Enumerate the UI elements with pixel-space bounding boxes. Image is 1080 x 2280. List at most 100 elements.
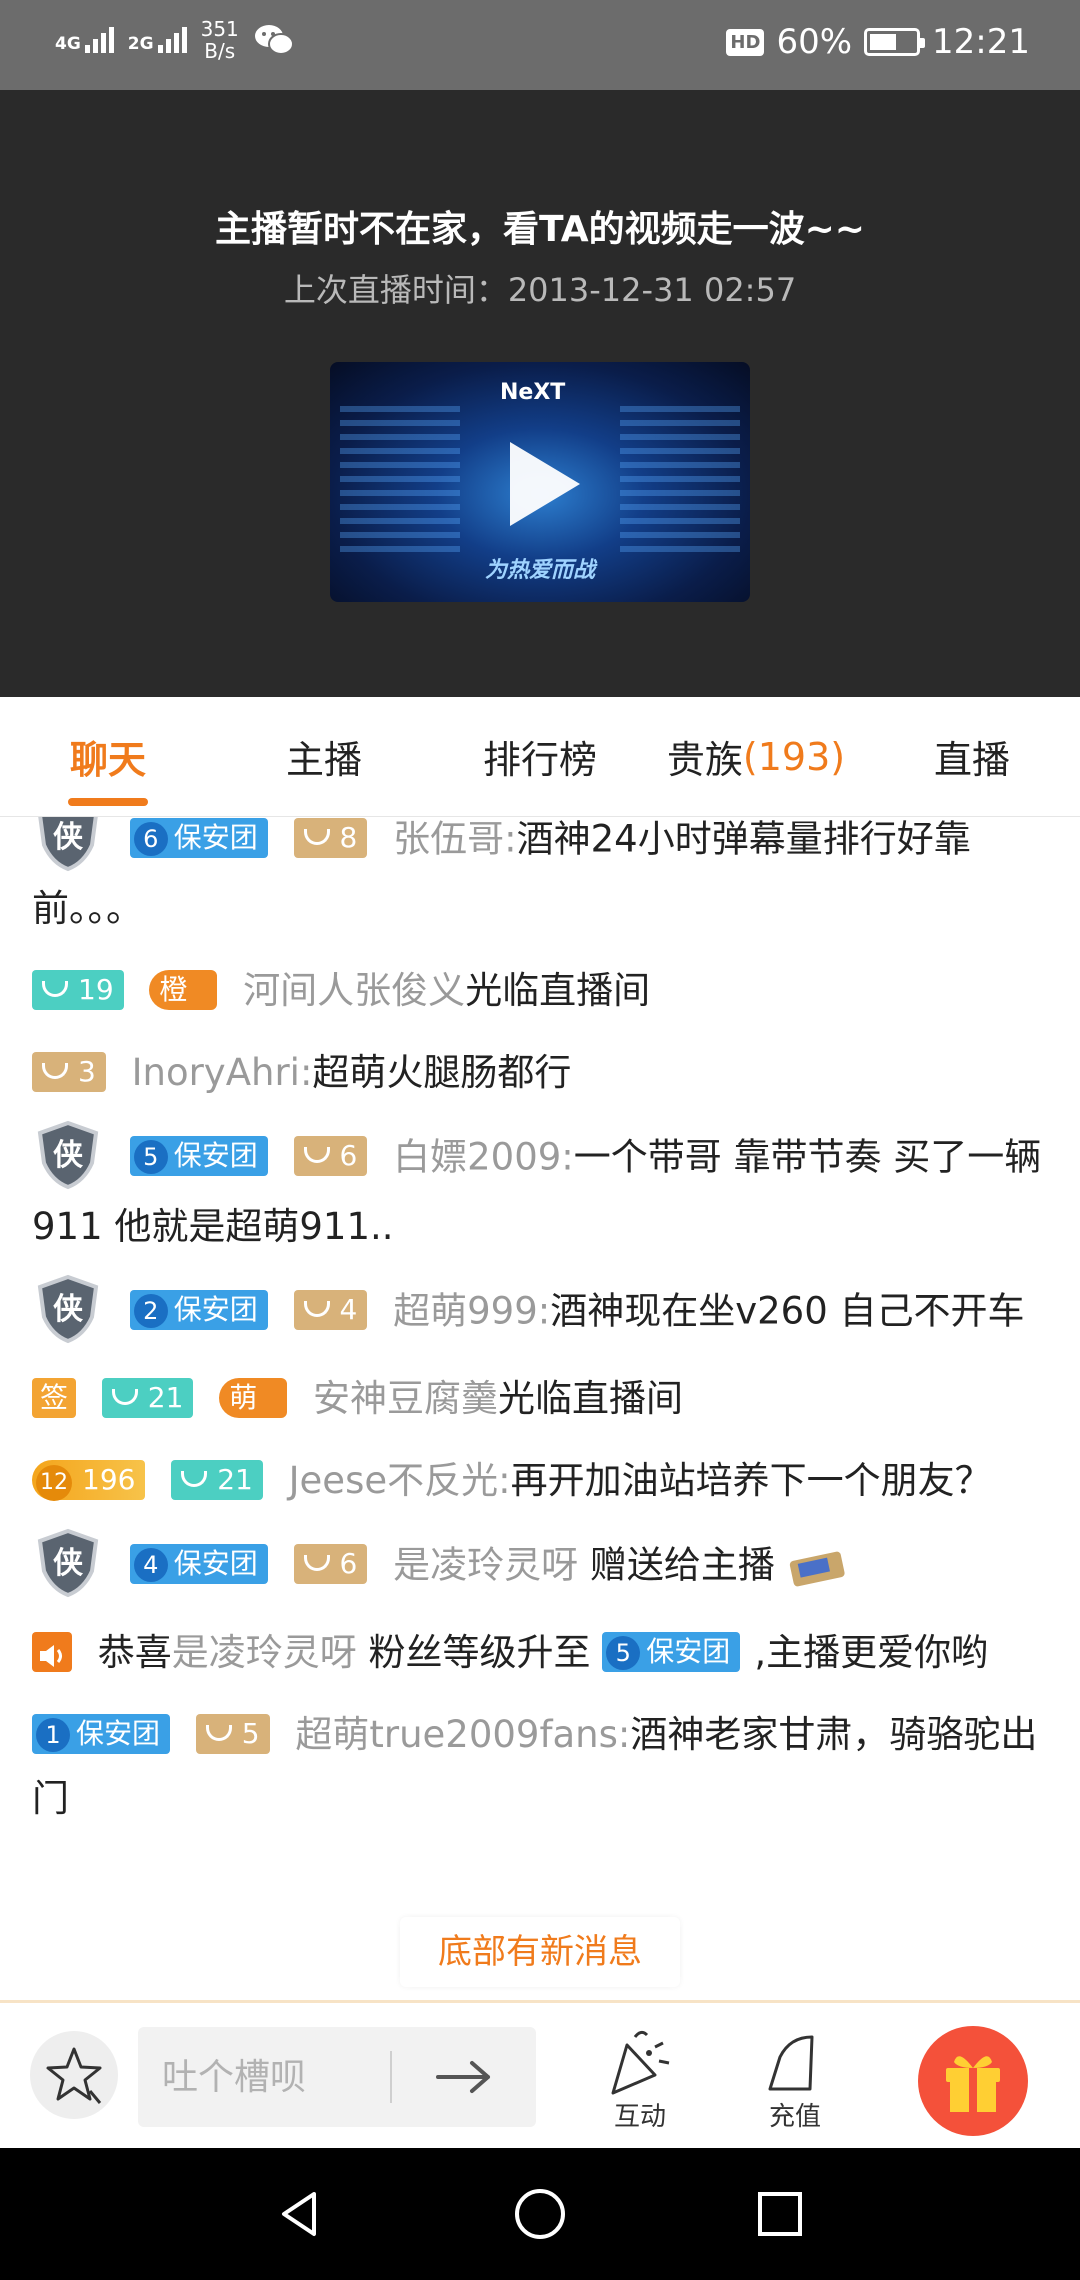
chat-list[interactable]: 侠 6 保安团 8 张伍哥:酒神24小时弹幕量排行好靠前。。。 19 橙 河间人张… xyxy=(0,817,1080,2000)
honor-badge: 萌 xyxy=(219,1377,288,1418)
tab-label: 排行榜 xyxy=(482,738,597,782)
chat-message: 侠 2 保安团 4 超萌999:酒神现在坐v260 自己不开车 xyxy=(32,1274,1052,1349)
tab-live[interactable]: 直播 xyxy=(864,697,1080,816)
bottom-bar: 互动 充值 xyxy=(0,2000,1080,2148)
chat-message: 19 橙 河间人张俊义光临直播间 xyxy=(32,959,1052,1023)
chat-text: 再开加油站培养下一个朋友？ xyxy=(510,1459,992,1502)
battery-icon xyxy=(864,28,926,56)
tab-chat[interactable]: 聊天 xyxy=(0,697,216,816)
tab-bar: 聊天 主播 排行榜 贵族 (193) 直播 xyxy=(0,697,1080,817)
chat-nickname[interactable]: 超萌999: xyxy=(393,1290,550,1333)
last-live-time: 上次直播时间：2013-12-31 02:57 xyxy=(283,271,797,309)
system-message: 恭喜是凌玲灵呀 粉丝等级升至 5 保安团 ,主播更爱你哟 xyxy=(32,1621,1052,1685)
wealth-badge: 21 xyxy=(171,1459,263,1500)
chat-nickname[interactable]: InoryAhri: xyxy=(132,1051,313,1094)
battery-percent: 60% xyxy=(776,22,853,62)
svg-text:侠: 侠 xyxy=(53,1138,84,1173)
chat-text: 光临直播间 xyxy=(497,1377,683,1420)
video-logo: NeXT xyxy=(500,380,566,405)
fan-level: 4 xyxy=(133,1548,168,1582)
wealth-level: 21 xyxy=(217,1462,253,1496)
gift-button[interactable] xyxy=(918,2026,1028,2136)
chat-message: 12 196 21 Jeese不反光:再开加油站培养下一个朋友？ xyxy=(32,1449,1052,1513)
interact-button[interactable]: 互动 xyxy=(585,2023,695,2133)
network-speed: 351 B/s xyxy=(201,18,239,62)
chat-message: 3 InoryAhri:超萌火腿肠都行 xyxy=(32,1041,1052,1105)
comment-input[interactable] xyxy=(138,2027,388,2127)
guardian-shield-icon: 侠 xyxy=(32,817,104,873)
chat-text: 赠送给主播 xyxy=(578,1543,775,1587)
honor-label: 萌 xyxy=(229,1380,258,1414)
tab-nobles[interactable]: 贵族 (193) xyxy=(648,697,864,816)
guardian-shield-icon: 侠 xyxy=(32,1273,104,1345)
send-button[interactable] xyxy=(418,2047,508,2107)
fan-group: 保安团 xyxy=(173,1139,258,1172)
chat-message: 签 21 萌 安神豆腐羹光临直播间 xyxy=(32,1367,1052,1431)
speaker-icon xyxy=(32,1631,72,1672)
svg-text:侠: 侠 xyxy=(53,820,84,855)
recent-apps-icon[interactable] xyxy=(750,2184,810,2244)
fan-group: 保安团 xyxy=(76,1716,161,1750)
signal-4g-icon: 4G xyxy=(55,27,114,53)
network-type-1: 4G xyxy=(55,34,81,54)
user-level-value: 196 xyxy=(82,1462,136,1496)
chat-nickname[interactable]: 河间人张俊义 xyxy=(243,969,465,1012)
fan-level: 2 xyxy=(133,1294,168,1328)
replay-video-thumbnail[interactable]: NeXT 为热爱而战 xyxy=(330,362,750,602)
party-popper-icon xyxy=(611,2030,670,2095)
emoji-button[interactable] xyxy=(30,2031,118,2119)
clock: 12:21 xyxy=(932,22,1030,62)
fan-group: 保安团 xyxy=(173,1547,258,1580)
wealth-level: 5 xyxy=(241,1716,260,1750)
wealth-level: 19 xyxy=(78,972,114,1006)
home-icon[interactable] xyxy=(510,2184,570,2244)
chat-nickname[interactable]: 是凌玲灵呀 xyxy=(172,1631,357,1674)
video-area: 主播暂时不在家，看TA的视频走一波~~ 上次直播时间：2013-12-31 02… xyxy=(0,90,1080,697)
wealth-badge: 3 xyxy=(32,1051,106,1092)
fan-level: 1 xyxy=(36,1717,70,1752)
star-face-icon xyxy=(46,2047,102,2104)
wealth-level: 4 xyxy=(339,1293,358,1326)
nobles-count: (193) xyxy=(742,734,846,779)
chat-message: 1 保安团 5 超萌true2009fans:酒神老家甘肃，骑骆驼出门 xyxy=(32,1703,1052,1831)
tab-anchor[interactable]: 主播 xyxy=(216,697,432,816)
wechat-icon xyxy=(253,22,295,58)
wealth-badge: 5 xyxy=(195,1713,270,1754)
recharge-button[interactable]: 充值 xyxy=(740,2023,850,2133)
back-icon[interactable] xyxy=(270,2184,330,2244)
chat-nickname[interactable]: Jeese不反光: xyxy=(289,1459,511,1502)
guardian-shield-icon: 侠 xyxy=(32,1119,104,1191)
chat-nickname[interactable]: 是凌玲灵呀 xyxy=(393,1544,578,1587)
system-nav-bar xyxy=(0,2148,1080,2280)
svg-text:侠: 侠 xyxy=(53,1292,84,1327)
arrow-right-icon xyxy=(436,2061,490,2093)
new-message-tip[interactable]: 底部有新消息 xyxy=(400,1917,680,1987)
chat-nickname[interactable]: 张伍哥: xyxy=(393,818,516,861)
video-slogan: 为热爱而战 xyxy=(484,558,595,583)
fan-badge: 2 保安团 xyxy=(129,1290,268,1330)
fan-group: 保安团 xyxy=(173,1293,258,1326)
chat-message: 侠 5 保安团 6 白嫖2009:一个带哥 靠带节奏 买了一辆911 他就是超萌9… xyxy=(32,1120,1052,1259)
chat-message: 侠 6 保安团 8 张伍哥:酒神24小时弹幕量排行好靠前。。。 xyxy=(32,817,1052,941)
fan-group: 保安团 xyxy=(173,821,258,854)
tab-ranking[interactable]: 排行榜 xyxy=(432,697,648,816)
user-level: 12 xyxy=(36,1464,72,1501)
chat-nickname[interactable]: 安神豆腐羹 xyxy=(313,1377,498,1420)
wealth-level: 8 xyxy=(339,821,358,854)
chat-nickname[interactable]: 白嫖2009: xyxy=(393,1136,574,1179)
fan-badge: 4 保安团 xyxy=(129,1544,268,1584)
tab-label: 聊天 xyxy=(69,738,146,782)
sign-badge: 签 xyxy=(32,1377,77,1418)
offline-title: 主播暂时不在家，看TA的视频走一波~~ xyxy=(215,209,865,250)
fan-badge: 5 保安团 xyxy=(602,1631,741,1672)
guardian-shield-icon: 侠 xyxy=(32,1527,104,1599)
chat-text: 超萌火腿肠都行 xyxy=(312,1051,572,1094)
input-divider xyxy=(390,2051,392,2103)
play-icon[interactable] xyxy=(510,442,580,526)
tab-label: 直播 xyxy=(933,738,1010,782)
fan-level: 6 xyxy=(133,822,168,856)
fan-level: 5 xyxy=(606,1635,641,1670)
fan-group: 保安团 xyxy=(646,1634,731,1668)
chat-nickname[interactable]: 超萌true2009fans: xyxy=(295,1713,630,1756)
sign-label: 签 xyxy=(40,1380,69,1414)
